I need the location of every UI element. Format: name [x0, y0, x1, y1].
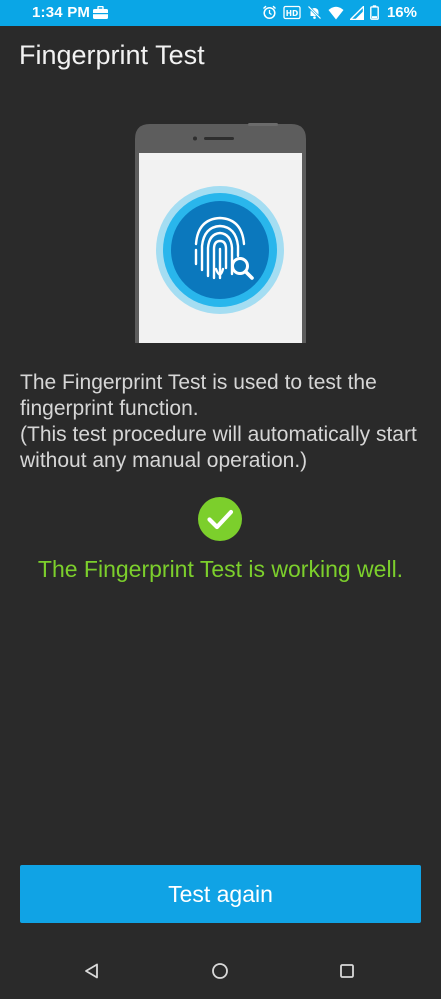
test-description: The Fingerprint Test is used to test the…	[20, 370, 420, 474]
fingerprint-search-icon	[156, 186, 284, 314]
phone-illustration	[135, 123, 306, 343]
description-line-1: The Fingerprint Test is used to test the…	[20, 371, 377, 420]
battery-percentage: 16%	[386, 4, 417, 21]
battery-icon	[370, 5, 379, 20]
navigation-bar	[0, 940, 441, 999]
signal-icon	[349, 5, 364, 20]
home-icon[interactable]	[209, 960, 231, 982]
page-title: Fingerprint Test	[19, 40, 205, 70]
back-icon[interactable]	[81, 960, 103, 982]
svg-text:HD: HD	[286, 9, 299, 18]
check-circle-icon	[198, 497, 242, 541]
wifi-icon	[328, 6, 344, 20]
description-line-2: (This test procedure will automatically …	[20, 423, 417, 472]
status-bar: 1:34 PM HD 16%	[0, 0, 441, 26]
hd-icon: HD	[283, 5, 301, 20]
status-time: 1:34 PM	[32, 4, 91, 21]
status-icons: HD 16%	[262, 4, 417, 21]
briefcase-icon	[92, 5, 109, 24]
do-not-disturb-icon	[307, 5, 322, 20]
test-result-message: The Fingerprint Test is working well.	[37, 556, 404, 582]
test-again-button[interactable]: Test again	[20, 865, 421, 923]
recents-icon[interactable]	[336, 960, 358, 982]
alarm-icon	[262, 5, 277, 20]
